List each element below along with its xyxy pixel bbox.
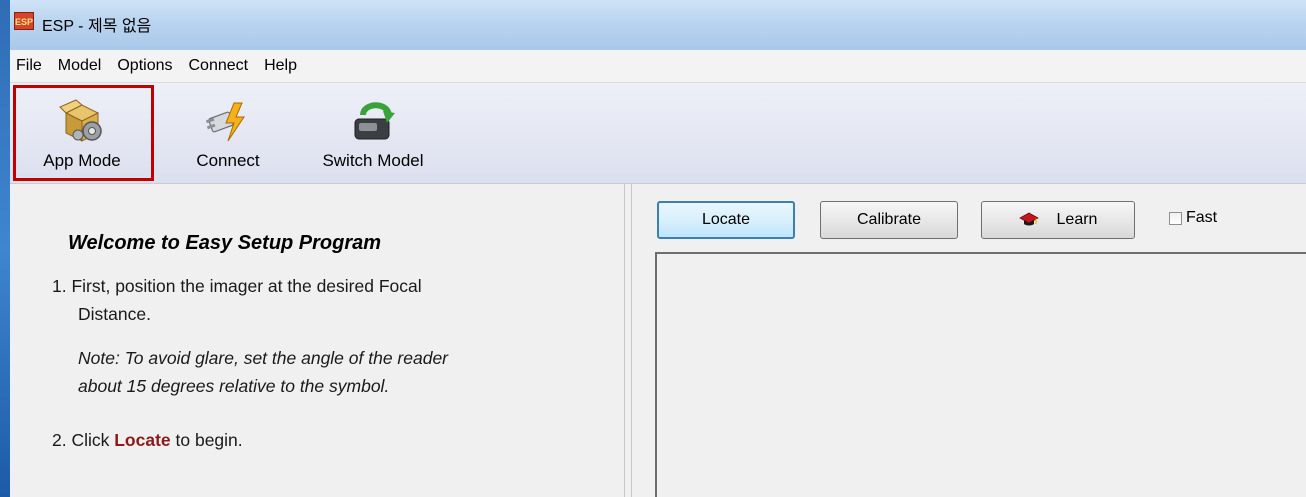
connect-label: Connect — [196, 151, 260, 170]
locate-button[interactable]: Locate — [657, 201, 795, 239]
locate-button-label: Locate — [701, 211, 751, 228]
menu-connect[interactable]: Connect — [181, 57, 257, 75]
graduation-cap-icon — [1018, 212, 1039, 226]
note-line-2: about 15 degrees relative to the symbol. — [78, 376, 390, 396]
switch-device-icon — [354, 102, 395, 140]
fast-option[interactable]: Fast — [1169, 209, 1217, 227]
welcome-heading: Welcome to Easy Setup Program — [68, 232, 382, 254]
plug-lightning-icon — [205, 102, 245, 142]
toolbar: App Mode Connect Switch Model — [10, 83, 1306, 184]
preview-panel: Locate Calibrate Learn Fast — [632, 184, 1306, 497]
menu-options[interactable]: Options — [109, 57, 180, 75]
menu-model[interactable]: Model — [50, 57, 110, 75]
learn-button-label: Learn — [1056, 211, 1098, 228]
connect-button[interactable]: Connect — [178, 87, 278, 179]
menu-help[interactable]: Help — [256, 57, 305, 75]
step-1-text: 1. First, position the imager at the des… — [52, 276, 422, 296]
highlight-box — [13, 85, 154, 181]
panel-splitter[interactable] — [624, 184, 632, 497]
desktop-edge — [0, 0, 10, 497]
menu-file[interactable]: File — [10, 57, 50, 75]
app-icon: ESP — [14, 12, 34, 30]
step-2-suffix: to begin. — [170, 430, 243, 450]
step-2-text: 2. Click Locate to begin. — [52, 430, 243, 451]
step-2-prefix: 2. Click — [52, 430, 115, 450]
window-title: ESP - 제목 없음 — [42, 18, 152, 35]
switch-model-button[interactable]: Switch Model — [298, 87, 448, 179]
calibrate-button-label: Calibrate — [856, 211, 922, 228]
title-bar: ESP ESP - 제목 없음 — [10, 0, 1306, 50]
menu-bar: File Model Options Connect Help — [10, 50, 1306, 83]
fast-label: Fast — [1186, 209, 1218, 226]
step-1-continued: Distance. — [78, 304, 151, 324]
locate-keyword: Locate — [114, 430, 171, 450]
instructions-panel: Welcome to Easy Setup Program 1. First, … — [10, 184, 624, 497]
note-line-1: Note: To avoid glare, set the angle of t… — [78, 348, 449, 368]
image-preview-area — [655, 252, 1306, 497]
calibrate-button[interactable]: Calibrate — [820, 201, 958, 239]
fast-checkbox[interactable] — [1169, 211, 1182, 225]
switch-model-label: Switch Model — [322, 151, 424, 170]
learn-button[interactable]: Learn — [981, 201, 1135, 239]
